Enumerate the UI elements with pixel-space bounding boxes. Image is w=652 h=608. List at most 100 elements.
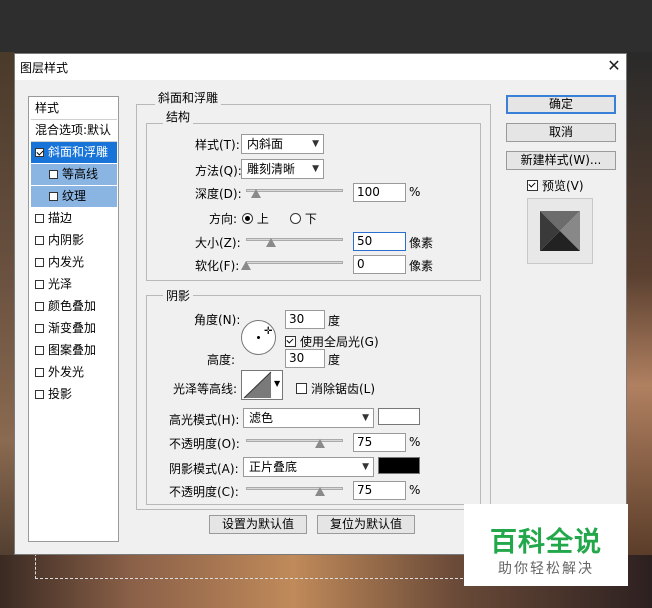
direction-down-radio[interactable]: 下	[290, 210, 317, 227]
bevel-style-select[interactable]: 内斜面 ▼	[241, 134, 324, 154]
style-item-texture[interactable]: 纹理	[31, 186, 117, 207]
close-icon[interactable]: ✕	[605, 57, 623, 75]
highlight-color-swatch[interactable]	[378, 408, 420, 425]
technique-select[interactable]: 雕刻清晰 ▼	[241, 159, 324, 179]
texture-checkbox[interactable]	[49, 192, 58, 201]
style-item-label: 纹理	[62, 189, 87, 203]
altitude-unit: 度	[328, 353, 341, 367]
altitude-label: 高度:	[207, 353, 236, 367]
style-item-label: 内阴影	[48, 233, 85, 247]
altitude-input[interactable]: 30	[285, 349, 325, 368]
gradient-overlay-checkbox[interactable]	[35, 324, 44, 333]
gloss-contour-label: 光泽等高线:	[173, 382, 238, 396]
direction-up-label: 上	[256, 212, 269, 226]
soften-input[interactable]: 0	[353, 255, 406, 274]
size-input[interactable]: 50	[353, 232, 406, 251]
drop-shadow-checkbox[interactable]	[35, 390, 44, 399]
canvas-background-left	[0, 52, 14, 608]
checkbox-checked[interactable]	[285, 336, 296, 347]
shadow-mode-select[interactable]: 正片叠底 ▼	[243, 457, 374, 477]
inner-glow-checkbox[interactable]	[35, 258, 44, 267]
global-light-checkbox[interactable]: 使用全局光(G)	[285, 333, 379, 350]
style-label: 样式(T):	[195, 138, 240, 152]
depth-input[interactable]: 100	[353, 183, 406, 202]
style-item-color-overlay[interactable]: 颜色叠加	[31, 296, 121, 317]
shadow-opacity-label: 不透明度(C):	[169, 485, 239, 499]
style-item-inner-shadow[interactable]: 内阴影	[31, 230, 121, 251]
style-item-bevel[interactable]: 斜面和浮雕	[31, 142, 117, 163]
new-style-button[interactable]: 新建样式(W)...	[506, 151, 616, 170]
dialog-title: 图层样式	[20, 61, 69, 75]
preview-thumbnail	[540, 211, 580, 251]
size-slider-track[interactable]	[246, 238, 343, 241]
dialog-titlebar: 图层样式 ✕	[15, 54, 626, 80]
soften-unit: 像素	[409, 259, 434, 273]
contour-checkbox[interactable]	[49, 170, 58, 179]
style-item-inner-glow[interactable]: 内发光	[31, 252, 121, 273]
chevron-down-icon: ▼	[274, 379, 281, 388]
bevel-checkbox[interactable]	[35, 148, 44, 157]
blend-options-item[interactable]: 混合选项:默认	[31, 120, 121, 141]
soften-slider-track[interactable]	[246, 261, 343, 264]
chevron-down-icon: ▼	[312, 164, 319, 174]
pattern-overlay-checkbox[interactable]	[35, 346, 44, 355]
styles-header[interactable]: 样式	[31, 98, 121, 119]
highlight-opacity-thumb[interactable]	[315, 439, 325, 448]
shadow-color-swatch[interactable]	[378, 457, 420, 474]
depth-slider-thumb[interactable]	[251, 189, 261, 198]
inner-shadow-checkbox[interactable]	[35, 236, 44, 245]
shadow-mode-label: 阴影模式(A):	[169, 462, 239, 476]
select-value: 雕刻清晰	[247, 162, 296, 176]
preview-checkbox[interactable]: 预览(V)	[527, 177, 584, 194]
checkbox-checked[interactable]	[527, 180, 538, 191]
shadow-opacity-input[interactable]: 75	[353, 481, 406, 500]
select-value: 正片叠底	[249, 460, 298, 474]
style-item-contour[interactable]: 等高线	[31, 164, 117, 185]
highlight-opacity-input[interactable]: 75	[353, 433, 406, 452]
outer-glow-checkbox[interactable]	[35, 368, 44, 377]
shadow-opacity-track[interactable]	[246, 487, 343, 490]
chevron-down-icon: ▼	[312, 139, 319, 149]
satin-checkbox[interactable]	[35, 280, 44, 289]
highlight-opacity-unit: %	[409, 435, 421, 449]
gloss-contour-picker[interactable]: ▼	[241, 370, 283, 400]
style-item-stroke[interactable]: 描边	[31, 208, 121, 229]
radio-off[interactable]	[290, 213, 301, 224]
ok-button[interactable]: 确定	[506, 95, 616, 114]
style-item-satin[interactable]: 光泽	[31, 274, 121, 295]
checkbox-unchecked[interactable]	[296, 383, 307, 394]
highlight-mode-select[interactable]: 滤色 ▼	[243, 408, 374, 428]
soften-slider-thumb[interactable]	[241, 261, 251, 270]
angle-dial[interactable]: ✛	[241, 320, 276, 355]
highlight-opacity-track[interactable]	[246, 439, 343, 442]
style-item-outer-glow[interactable]: 外发光	[31, 362, 121, 383]
direction-up-radio[interactable]: 上	[242, 210, 269, 227]
make-default-button[interactable]: 设置为默认值	[209, 515, 307, 534]
style-item-label: 内发光	[48, 255, 85, 269]
style-item-gradient-overlay[interactable]: 渐变叠加	[31, 318, 121, 339]
depth-unit: %	[409, 185, 421, 199]
radio-on[interactable]	[242, 213, 253, 224]
angle-unit: 度	[328, 314, 341, 328]
style-item-label: 等高线	[62, 167, 99, 181]
chevron-down-icon: ▼	[362, 462, 369, 472]
color-overlay-checkbox[interactable]	[35, 302, 44, 311]
cancel-button[interactable]: 取消	[506, 123, 616, 142]
layer-style-dialog: 图层样式 ✕ 样式 混合选项:默认 斜面和浮雕 等高线 纹理 描边 内阴影 内发…	[14, 53, 627, 555]
angle-input[interactable]: 30	[285, 310, 325, 329]
highlight-opacity-label: 不透明度(O):	[169, 437, 240, 451]
style-item-pattern-overlay[interactable]: 图案叠加	[31, 340, 121, 361]
style-item-label: 外发光	[48, 365, 85, 379]
reset-default-button[interactable]: 复位为默认值	[317, 515, 415, 534]
size-slider-thumb[interactable]	[266, 238, 276, 247]
stroke-checkbox[interactable]	[35, 214, 44, 223]
style-item-drop-shadow[interactable]: 投影	[31, 384, 121, 405]
highlight-mode-label: 高光模式(H):	[169, 413, 240, 427]
shadow-opacity-thumb[interactable]	[315, 487, 325, 496]
soften-label: 软化(F):	[195, 259, 240, 273]
technique-label: 方法(Q):	[195, 164, 242, 178]
anti-aliased-checkbox[interactable]: 消除锯齿(L)	[296, 380, 375, 397]
select-value: 滤色	[249, 411, 274, 425]
size-label: 大小(Z):	[195, 236, 241, 250]
style-item-label: 渐变叠加	[48, 321, 97, 335]
